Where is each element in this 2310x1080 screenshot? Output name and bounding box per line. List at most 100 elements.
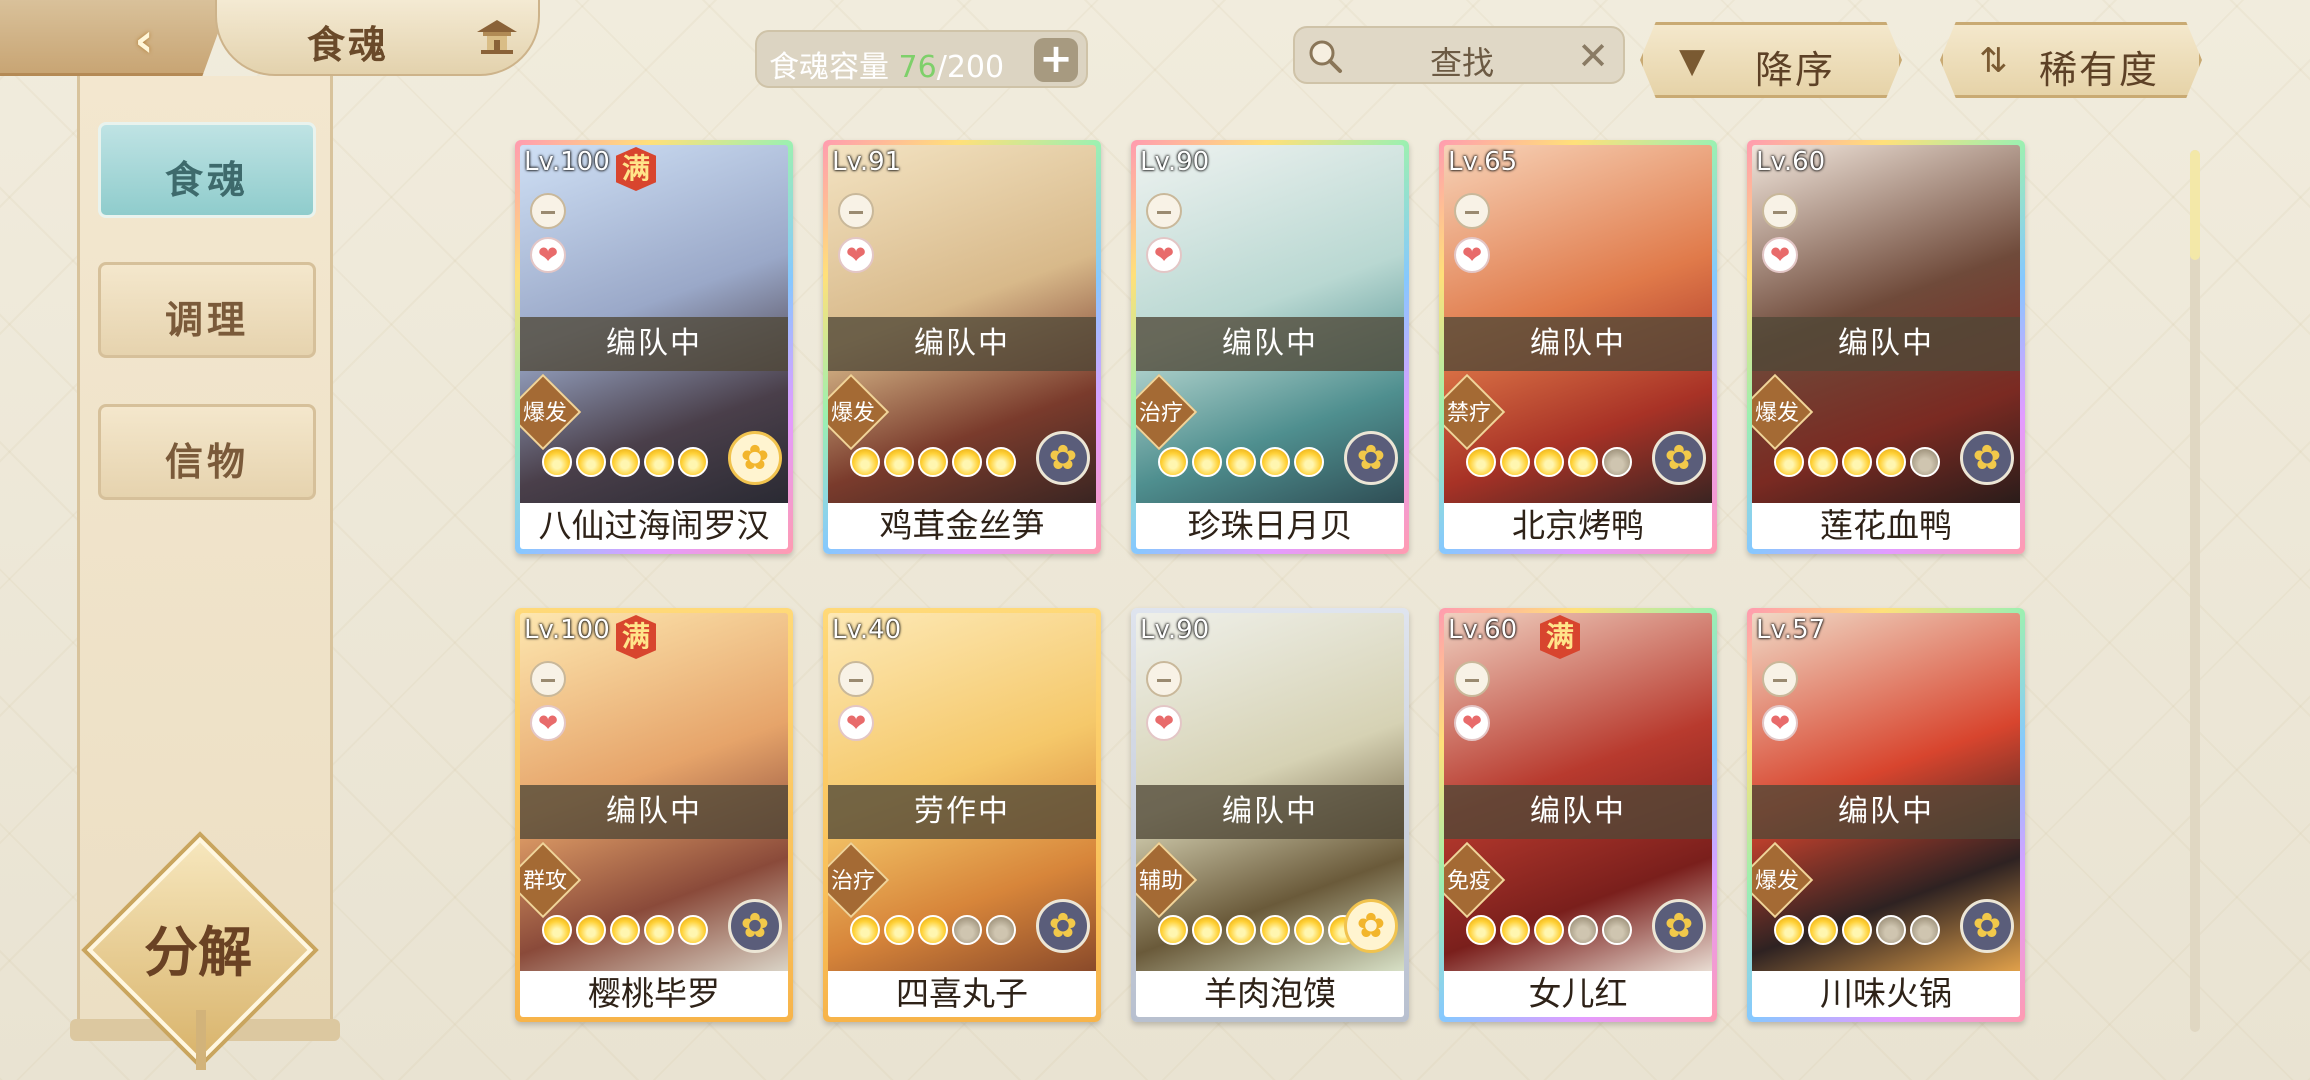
flame-star-icon (1294, 915, 1324, 945)
role-label: 群攻 (522, 869, 567, 894)
flame-star-icon (1260, 915, 1290, 945)
role-label: 爆发 (522, 401, 567, 426)
food-soul-card[interactable]: Lv.90 ❤ 编队中治疗珍珠日月贝 (1131, 140, 1409, 554)
flame-star-icon (678, 447, 708, 477)
sidebar-item-foodsoul[interactable]: 食魂 (98, 122, 316, 218)
pavilion-icon[interactable] (475, 16, 519, 58)
lock-icon[interactable] (838, 193, 874, 229)
food-soul-card[interactable]: Lv.60 ❤ 编队中爆发莲花血鸭 (1747, 140, 2025, 554)
scrollbar[interactable] (2190, 150, 2200, 1032)
card-inner: Lv.91 ❤ 编队中爆发鸡茸金丝笋 (828, 145, 1096, 549)
flame-star-icon (1226, 447, 1256, 477)
clear-icon[interactable]: ✕ (1577, 34, 1609, 78)
food-soul-card[interactable]: Lv.100满 ❤ 编队中群攻樱桃毕罗 (515, 608, 793, 1022)
lock-icon[interactable] (530, 193, 566, 229)
heart-icon[interactable]: ❤ (530, 237, 566, 273)
star-rating (1466, 447, 1632, 477)
sidebar-item-label: 调理 (164, 298, 249, 342)
sort-order-label: 降序 (1755, 48, 1836, 92)
level-label: Lv.60 (1756, 147, 1826, 177)
search-input[interactable]: 查找 (1430, 38, 1494, 84)
lock-icon[interactable] (838, 661, 874, 697)
food-soul-card[interactable]: Lv.90 ❤ 编队中辅助羊肉泡馍 (1131, 608, 1409, 1022)
heart-icon[interactable]: ❤ (1762, 705, 1798, 741)
lock-icon[interactable] (1454, 661, 1490, 697)
flame-star-icon (1808, 915, 1838, 945)
max-level-badge: 满 (1540, 615, 1580, 659)
food-soul-card[interactable]: Lv.91 ❤ 编队中爆发鸡茸金丝笋 (823, 140, 1101, 554)
sort-order-button[interactable]: ▼ 降序 (1640, 22, 1902, 98)
search-icon (1309, 40, 1342, 73)
flame-star-icon (1158, 447, 1188, 477)
status-badge: 劳作中 (828, 785, 1096, 839)
lock-icon[interactable] (1454, 193, 1490, 229)
triangle-down-icon: ▼ (1679, 41, 1706, 81)
food-soul-card[interactable]: Lv.65 ❤ 编队中禁疗北京烤鸭 (1439, 140, 1717, 554)
swap-icon: ⇅ (1979, 41, 2008, 81)
flame-star-icon (1602, 915, 1632, 945)
heart-icon[interactable]: ❤ (838, 705, 874, 741)
level-label: Lv.91 (832, 147, 902, 177)
sidebar-item-label: 信物 (164, 440, 249, 484)
food-soul-card[interactable]: Lv.40 ❤ 劳作中治疗四喜丸子 (823, 608, 1101, 1022)
character-name: 羊肉泡馍 (1136, 971, 1404, 1017)
lock-icon[interactable] (1146, 661, 1182, 697)
level-label: Lv.90 (1140, 147, 1210, 177)
role-label: 爆发 (1754, 401, 1799, 426)
capacity-label: 食魂容量 (769, 50, 889, 85)
level-label: Lv.65 (1448, 147, 1518, 177)
heart-icon[interactable]: ❤ (1146, 705, 1182, 741)
star-rating (1466, 915, 1632, 945)
character-name: 樱桃毕罗 (520, 971, 788, 1017)
flame-star-icon (952, 915, 982, 945)
food-soul-card[interactable]: Lv.100满 ❤ 编队中爆发八仙过海闹罗汉 (515, 140, 793, 554)
role-label: 治疗 (1138, 401, 1183, 426)
heart-icon[interactable]: ❤ (530, 705, 566, 741)
lock-icon[interactable] (1762, 193, 1798, 229)
card-inner: Lv.65 ❤ 编队中禁疗北京烤鸭 (1444, 145, 1712, 549)
flame-star-icon (1500, 915, 1530, 945)
flame-star-icon (1602, 447, 1632, 477)
food-soul-card[interactable]: Lv.57 ❤ 编队中爆发川味火锅 (1747, 608, 2025, 1022)
element-flower-icon (1036, 431, 1090, 485)
flame-star-icon (1876, 447, 1906, 477)
element-flower-icon (1344, 899, 1398, 953)
sidebar-item-adjust[interactable]: 调理 (98, 262, 316, 358)
star-rating (542, 447, 708, 477)
sort-field-button[interactable]: ⇅ 稀有度 (1940, 22, 2202, 98)
role-label: 免疫 (1446, 869, 1491, 894)
back-button[interactable]: ‹ (0, 0, 230, 76)
flame-star-icon (1466, 915, 1496, 945)
heart-icon[interactable]: ❤ (838, 237, 874, 273)
lock-icon[interactable] (530, 661, 566, 697)
flame-star-icon (644, 447, 674, 477)
heart-icon[interactable]: ❤ (1146, 237, 1182, 273)
character-name: 北京烤鸭 (1444, 503, 1712, 549)
lock-icon[interactable] (1762, 661, 1798, 697)
flame-star-icon (644, 915, 674, 945)
add-capacity-button[interactable]: + (1034, 38, 1078, 82)
flame-star-icon (1808, 447, 1838, 477)
card-inner: Lv.60 ❤ 编队中爆发莲花血鸭 (1752, 145, 2020, 549)
element-flower-icon (1036, 899, 1090, 953)
heart-icon[interactable]: ❤ (1454, 705, 1490, 741)
heart-icon[interactable]: ❤ (1454, 237, 1490, 273)
scrollbar-thumb[interactable] (2190, 150, 2200, 260)
lock-icon[interactable] (1146, 193, 1182, 229)
back-arrow-icon: ‹ (134, 13, 154, 67)
card-inner: Lv.60 满 ❤ 编队中免疫女儿红 (1444, 613, 1712, 1017)
search-box[interactable]: 查找 ✕ (1293, 26, 1625, 84)
status-badge: 编队中 (1136, 785, 1404, 839)
flame-star-icon (850, 915, 880, 945)
character-name: 八仙过海闹罗汉 (520, 503, 788, 549)
max-level-badge: 满 (616, 615, 656, 659)
flame-star-icon (884, 915, 914, 945)
food-soul-card[interactable]: Lv.60 满 ❤ 编队中免疫女儿红 (1439, 608, 1717, 1022)
character-name: 女儿红 (1444, 971, 1712, 1017)
role-label: 辅助 (1138, 869, 1183, 894)
status-badge: 编队中 (1444, 317, 1712, 371)
title-bar: 食魂 (215, 0, 540, 76)
sidebar-item-token[interactable]: 信物 (98, 404, 316, 500)
flame-star-icon (986, 447, 1016, 477)
heart-icon[interactable]: ❤ (1762, 237, 1798, 273)
